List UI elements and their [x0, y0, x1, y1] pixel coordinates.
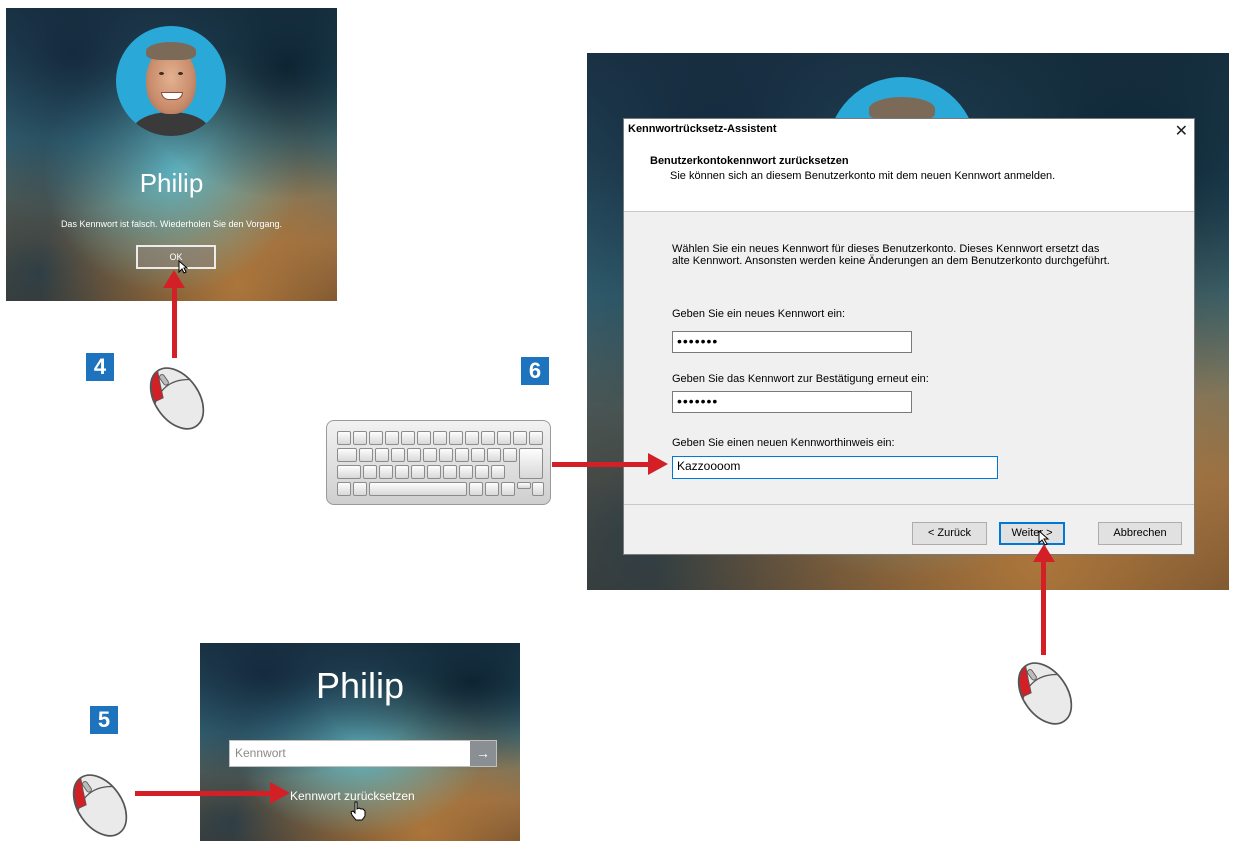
- ok-button[interactable]: OK: [136, 245, 216, 269]
- arrow-head-next: [1033, 544, 1055, 562]
- arrow-head-5: [270, 782, 290, 804]
- password-placeholder: Kennwort: [235, 746, 286, 760]
- pointer-arrow-5: [135, 791, 275, 796]
- header-title: Benutzerkontokennwort zurücksetzen: [650, 155, 849, 167]
- arrow-head-4: [163, 270, 185, 288]
- title-bar: Kennwortrücksetz-Assistent ✕: [624, 119, 1194, 141]
- user-name: Philip: [315, 665, 405, 706]
- confirm-password-field[interactable]: •••••••: [672, 391, 912, 413]
- wizard-header: Benutzerkontokennwort zurücksetzen Sie k…: [624, 141, 1194, 212]
- password-hint-field[interactable]: Kazzoooom: [672, 456, 998, 479]
- step-badge-5: 5: [90, 706, 118, 734]
- separator: [624, 504, 1194, 505]
- step-badge-4: 4: [86, 353, 114, 381]
- confirm-password-label: Geben Sie das Kennwort zur Bestätigung e…: [672, 373, 929, 385]
- close-icon[interactable]: ✕: [1175, 121, 1188, 141]
- step-badge-6: 6: [521, 357, 549, 385]
- arrow-head-keyboard: [648, 453, 668, 475]
- mouse-icon: [149, 367, 205, 430]
- keyboard-icon: [326, 420, 551, 505]
- next-button[interactable]: Weiter >: [999, 522, 1065, 545]
- panel-4-lockscreen: Philip Das Kennwort ist falsch. Wiederho…: [6, 8, 337, 301]
- pointer-arrow-keyboard: [552, 462, 652, 467]
- mouse-icon: [72, 774, 128, 837]
- mouse-icon: [1017, 662, 1073, 725]
- user-name: Philip: [139, 168, 204, 198]
- description: Wählen Sie ein neues Kennwort für dieses…: [672, 243, 1110, 267]
- new-password-label: Geben Sie ein neues Kennwort ein:: [672, 308, 846, 320]
- hint-label: Geben Sie einen neuen Kennworthinweis ei…: [672, 437, 895, 449]
- password-reset-wizard: Kennwortrücksetz-Assistent ✕ Benutzerkon…: [623, 118, 1195, 555]
- window-title: Kennwortrücksetz-Assistent: [628, 123, 777, 135]
- arrow-right-icon[interactable]: →: [470, 741, 496, 766]
- hand-cursor-icon: [350, 801, 366, 821]
- password-field[interactable]: Kennwort →: [229, 740, 497, 767]
- new-password-field[interactable]: •••••••: [672, 331, 912, 353]
- cancel-button[interactable]: Abbrechen: [1098, 522, 1182, 545]
- user-avatar: [116, 26, 226, 136]
- error-message: Das Kennwort ist falsch. Wiederholen Sie…: [60, 219, 283, 229]
- header-subtitle: Sie können sich an diesem Benutzerkonto …: [670, 170, 1056, 182]
- back-button[interactable]: < Zurück: [912, 522, 987, 545]
